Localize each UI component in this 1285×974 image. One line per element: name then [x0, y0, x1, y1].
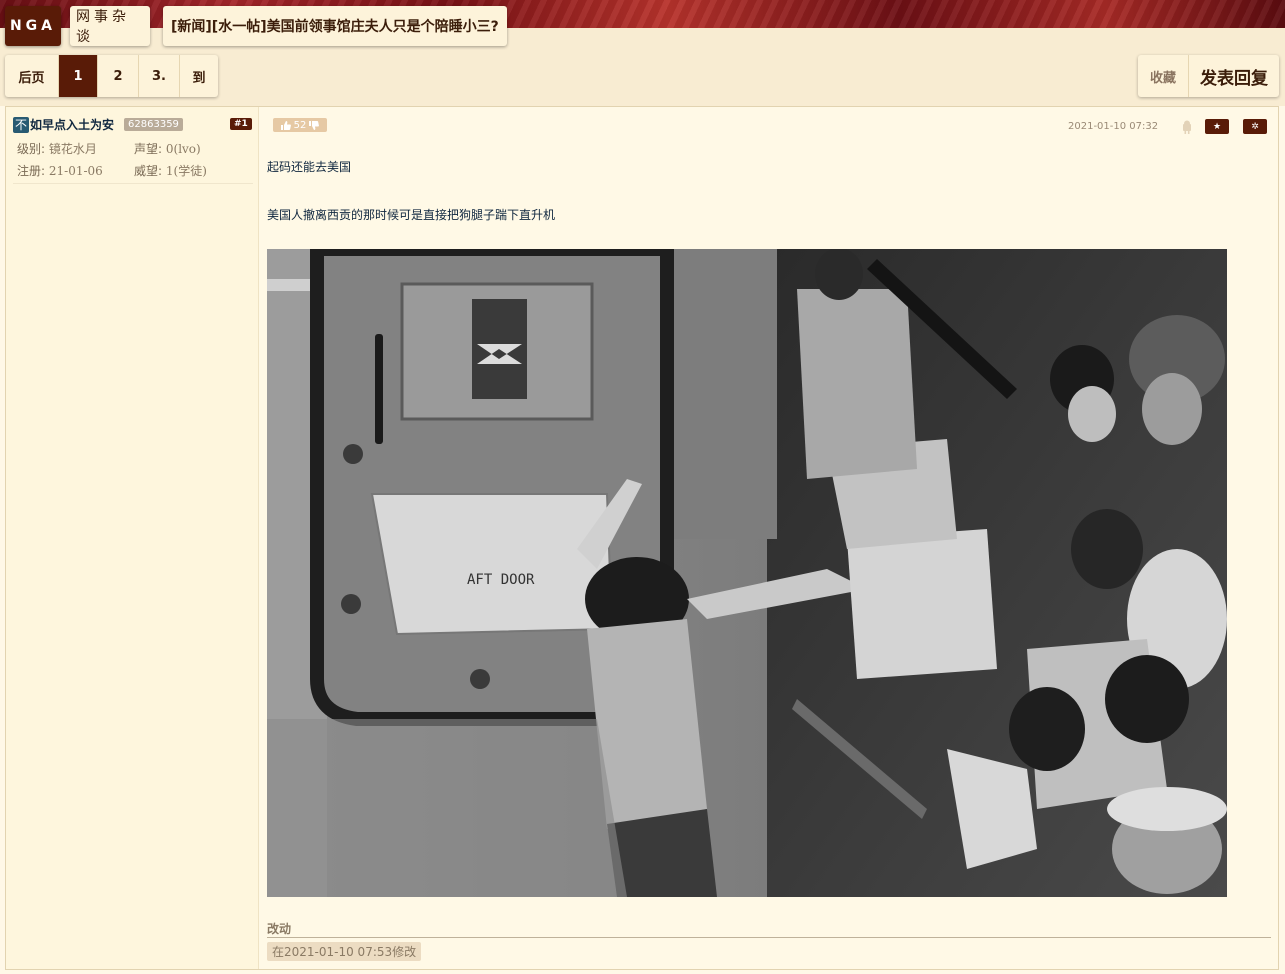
user-avatar[interactable]: 不: [13, 116, 29, 133]
page-next-button[interactable]: 后页: [5, 55, 59, 97]
star-icon[interactable]: ★: [1205, 119, 1229, 134]
android-icon: [1183, 120, 1191, 134]
breadcrumb-topic-title[interactable]: [新闻][水一帖]美国前领事馆庄夫人只是个陪睡小三?: [163, 6, 507, 46]
post-line-1: 起码还能去美国: [267, 160, 352, 174]
floor-badge[interactable]: #1: [230, 118, 252, 130]
gear-icon[interactable]: ✲: [1243, 119, 1267, 134]
user-level: 级别: 镜花水月: [17, 140, 97, 157]
door-stencil: AFT DOOR: [467, 572, 535, 588]
user-name[interactable]: 如早点入土为安: [30, 116, 114, 133]
user-level-value: 镜花水月: [48, 142, 97, 156]
favorite-button[interactable]: 收藏: [1138, 55, 1189, 97]
user-prestige-label: 威望:: [134, 164, 163, 178]
edit-label: 改动: [267, 922, 292, 936]
user-prestige: 威望: 1(学徒): [134, 162, 207, 179]
thumbs-up-icon[interactable]: [280, 120, 291, 130]
topic-actions: 收藏 发表回复: [1138, 55, 1279, 97]
reply-button[interactable]: 发表回复: [1189, 55, 1279, 97]
post-line-2: 美国人撤离西贡的那时候可是直接把狗腿子踹下直升机: [267, 208, 556, 222]
page-goto-button[interactable]: 到: [180, 55, 218, 97]
post-photo[interactable]: AFT DOOR: [267, 249, 1227, 897]
user-reputation-value[interactable]: 0(lvo): [166, 142, 201, 156]
edit-time: 在2021-01-10 07:53修改: [267, 942, 422, 961]
edit-divider: [267, 937, 1271, 938]
user-reputation-label: 声望:: [134, 142, 163, 156]
post-date: 2021-01-10 07:32: [1068, 121, 1159, 132]
user-panel: 不 如早点入土为安 62863359 #1 级别: 镜花水月 声望: 0(lvo…: [6, 107, 259, 969]
pagination: 后页 1 2 3. 到: [5, 55, 218, 97]
evacuation-photo: AFT DOOR: [267, 249, 1227, 897]
user-id-badge[interactable]: 62863359: [124, 118, 183, 131]
post: 不 如早点入土为安 62863359 #1 级别: 镜花水月 声望: 0(lvo…: [5, 106, 1279, 970]
user-divider: [13, 183, 253, 184]
breadcrumb-forum[interactable]: 网事杂谈: [70, 6, 150, 46]
user-level-label: 级别:: [17, 142, 46, 156]
page-2-button[interactable]: 2: [98, 55, 139, 97]
user-reputation: 声望: 0(lvo): [134, 140, 201, 157]
user-registered-value: 21-01-06: [48, 164, 103, 178]
user-name-row: 不 如早点入土为安 62863359: [13, 116, 183, 133]
user-registered-label: 注册:: [17, 164, 46, 178]
user-prestige-value: 1(学徒): [165, 164, 207, 178]
like-counter[interactable]: 52: [273, 118, 327, 132]
thumbs-down-icon[interactable]: [309, 120, 320, 130]
page-1-button[interactable]: 1: [59, 55, 98, 97]
page-3-button[interactable]: 3.: [139, 55, 180, 97]
user-registered: 注册: 21-01-06: [17, 162, 103, 179]
like-count: 52: [293, 119, 307, 131]
site-logo[interactable]: NGA: [5, 6, 61, 46]
